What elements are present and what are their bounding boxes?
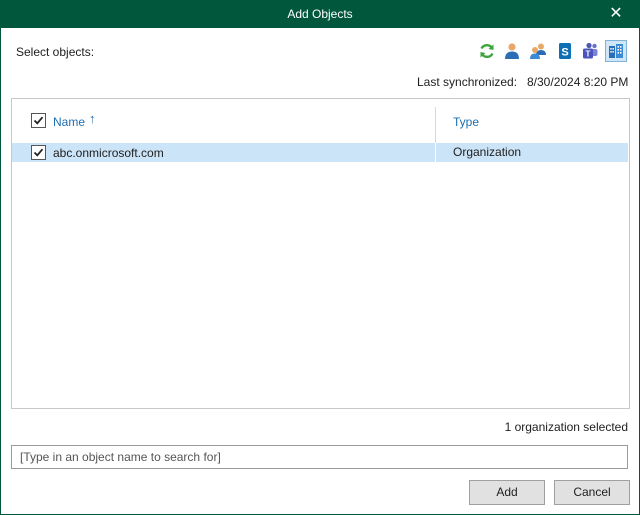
dialog-title: Add Objects: [287, 7, 353, 21]
user-icon[interactable]: [501, 40, 523, 62]
row-type-cell: Organization: [453, 145, 522, 159]
refresh-icon[interactable]: [476, 40, 498, 62]
objects-grid: Name ↑ Type abc.onmicrosoft.com Organiza…: [11, 98, 630, 409]
column-divider[interactable]: [435, 107, 436, 143]
table-row[interactable]: abc.onmicrosoft.com Organization: [12, 143, 628, 162]
checkmark-icon: [33, 116, 44, 125]
teams-icon[interactable]: T: [579, 40, 601, 62]
add-button[interactable]: Add: [469, 480, 545, 505]
add-objects-dialog: Add Objects ✕ Select objects: S T Last s…: [0, 0, 640, 515]
row-column-divider: [435, 143, 436, 162]
sharepoint-icon[interactable]: S: [554, 40, 576, 62]
select-objects-label: Select objects:: [16, 45, 95, 59]
sort-ascending-icon: ↑: [89, 111, 96, 126]
checkmark-icon: [33, 148, 44, 157]
column-header-type[interactable]: Type: [453, 115, 479, 129]
row-name-cell: abc.onmicrosoft.com: [53, 146, 164, 160]
last-synchronized-label: Last synchronized:: [417, 75, 518, 89]
group-icon[interactable]: [527, 40, 549, 62]
cancel-button[interactable]: Cancel: [554, 480, 630, 505]
column-header-name[interactable]: Name: [53, 115, 85, 129]
svg-text:S: S: [561, 47, 568, 59]
svg-text:T: T: [586, 50, 591, 59]
grid-header: Name ↑ Type: [12, 99, 629, 143]
row-checkbox[interactable]: [31, 145, 46, 160]
close-icon[interactable]: ✕: [607, 5, 625, 23]
search-input[interactable]: [Type in an object name to search for]: [11, 445, 628, 469]
organization-icon[interactable]: [605, 40, 627, 62]
selection-status: 1 organization selected: [504, 420, 628, 434]
select-all-checkbox[interactable]: [31, 113, 46, 128]
last-synchronized-value: 8/30/2024 8:20 PM: [527, 75, 629, 89]
title-bar: Add Objects ✕: [1, 1, 639, 28]
